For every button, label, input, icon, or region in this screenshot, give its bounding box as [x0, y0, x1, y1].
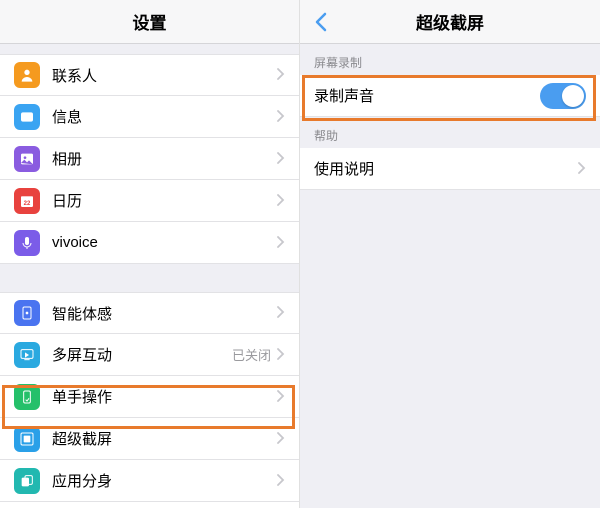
chevron-right-icon	[277, 431, 285, 447]
vivoice-icon	[14, 230, 40, 256]
chevron-right-icon	[277, 347, 285, 363]
row-value: 已关闭	[232, 345, 271, 364]
back-button[interactable]	[308, 0, 334, 44]
record-audio-row[interactable]: 录制声音	[300, 75, 600, 117]
chevron-right-icon	[277, 67, 285, 83]
svg-text:22: 22	[24, 201, 31, 207]
calendar-icon: 22	[19, 193, 35, 209]
settings-row-onehand[interactable]: 单手操作	[0, 376, 299, 418]
settings-row-multiscreen[interactable]: 多屏互动已关闭	[0, 334, 299, 376]
row-label: 联系人	[52, 65, 277, 86]
chevron-right-icon	[277, 305, 285, 321]
row-label: 相册	[52, 148, 277, 169]
chevron-right-icon	[277, 235, 285, 251]
row-label: 单手操作	[52, 386, 277, 407]
chevron-right-icon	[277, 389, 285, 405]
settings-row-contacts[interactable]: 联系人	[0, 54, 299, 96]
help-row[interactable]: 使用说明	[300, 148, 600, 190]
app-clone-icon	[19, 473, 35, 489]
settings-row-super-screenshot[interactable]: 超级截屏	[0, 418, 299, 460]
messages-icon	[19, 109, 35, 125]
settings-row-messages[interactable]: 信息	[0, 96, 299, 138]
app-clone-icon	[14, 468, 40, 494]
settings-row-app-clone[interactable]: 应用分身	[0, 460, 299, 502]
section-label-recording: 屏幕录制	[300, 44, 600, 75]
settings-row-vivoice[interactable]: vivoice	[0, 222, 299, 264]
settings-row-photos[interactable]: 相册	[0, 138, 299, 180]
detail-header: 超级截屏	[300, 0, 600, 44]
super-screenshot-icon	[19, 431, 35, 447]
settings-pane: 设置 联系人信息相册 22 日历 vivoice 智能体感多屏互动已关闭单手操作超级截…	[0, 0, 300, 508]
chevron-right-icon	[277, 109, 285, 125]
settings-header: 设置	[0, 0, 299, 44]
page-title: 超级截屏	[416, 9, 484, 34]
vivoice-icon	[19, 235, 35, 251]
row-label: 应用分身	[52, 470, 277, 491]
chevron-right-icon	[277, 193, 285, 209]
smart-motion-icon	[19, 305, 35, 321]
help-label: 使用说明	[314, 158, 578, 179]
chevron-right-icon	[578, 161, 586, 177]
settings-row-quick-launch[interactable]: 快捷启动	[0, 502, 299, 508]
chevron-right-icon	[277, 151, 285, 167]
row-label: 多屏互动	[52, 344, 232, 365]
page-title: 设置	[133, 9, 167, 34]
smart-motion-icon	[14, 300, 40, 326]
settings-row-calendar[interactable]: 22 日历	[0, 180, 299, 222]
photos-icon	[14, 146, 40, 172]
messages-icon	[14, 104, 40, 130]
row-label: vivoice	[52, 234, 277, 251]
row-label: 智能体感	[52, 303, 277, 324]
contacts-icon	[14, 62, 40, 88]
row-label: 日历	[52, 190, 277, 211]
section-label-help: 帮助	[300, 117, 600, 148]
onehand-icon	[14, 384, 40, 410]
super-screenshot-pane: 超级截屏 屏幕录制 录制声音 帮助 使用说明	[300, 0, 600, 508]
chevron-right-icon	[277, 473, 285, 489]
record-audio-label: 录制声音	[314, 85, 540, 106]
multiscreen-icon	[14, 342, 40, 368]
onehand-icon	[19, 389, 35, 405]
multiscreen-icon	[19, 347, 35, 363]
calendar-icon: 22	[14, 188, 40, 214]
record-audio-toggle[interactable]	[540, 83, 586, 109]
row-label: 信息	[52, 106, 277, 127]
chevron-left-icon	[314, 12, 328, 32]
settings-row-smart-motion[interactable]: 智能体感	[0, 292, 299, 334]
contacts-icon	[19, 67, 35, 83]
photos-icon	[19, 151, 35, 167]
settings-list: 联系人信息相册 22 日历 vivoice 智能体感多屏互动已关闭单手操作超级截屏应用…	[0, 44, 299, 508]
super-screenshot-icon	[14, 426, 40, 452]
detail-list: 屏幕录制 录制声音 帮助 使用说明	[300, 44, 600, 508]
row-label: 超级截屏	[52, 428, 277, 449]
